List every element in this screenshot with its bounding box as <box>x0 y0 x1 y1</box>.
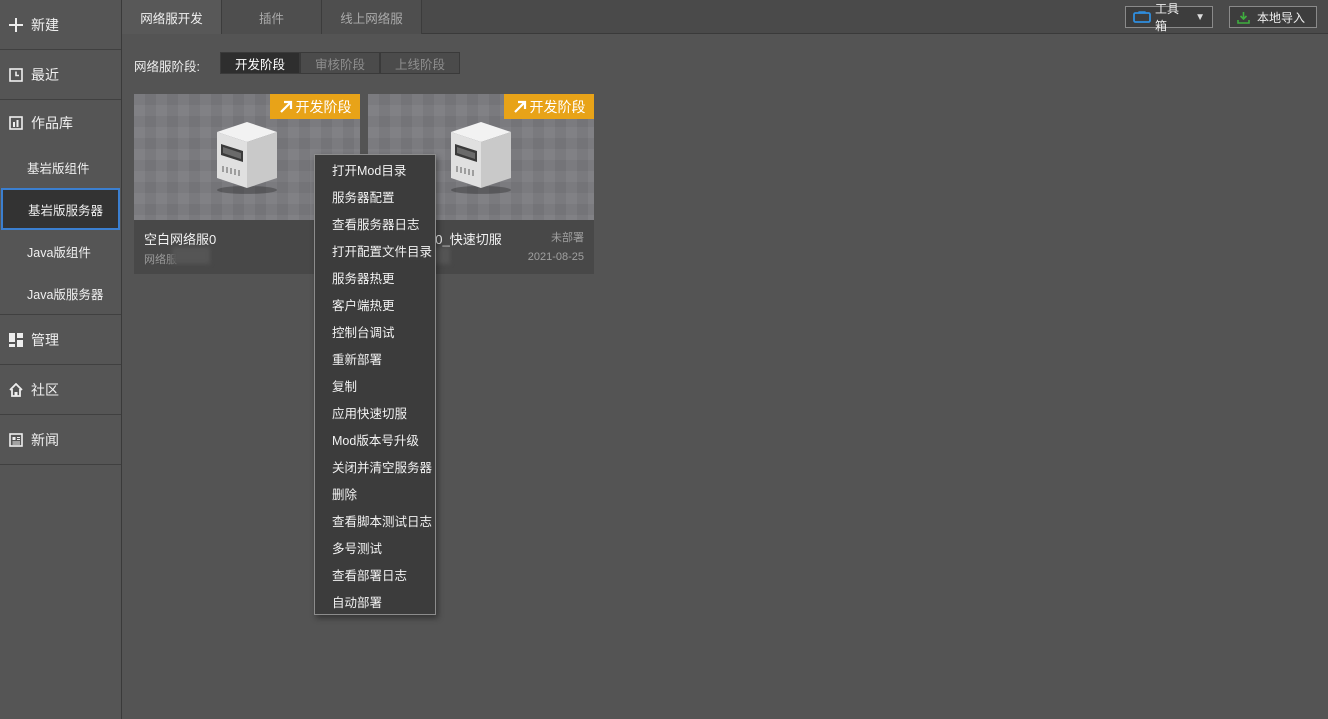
menu-apply-quick-switch[interactable]: 应用快速切服 <box>315 399 435 426</box>
sidebar-item-community[interactable]: 社区 <box>0 365 121 415</box>
sidebar-item-label: 新闻 <box>31 431 59 448</box>
sidebar-item-java-servers[interactable]: Java版服务器 <box>0 272 121 314</box>
toolbox-label: 工具箱 <box>1155 2 1180 33</box>
sidebar-item-bedrock-servers[interactable]: 基岩版服务器 <box>1 188 120 230</box>
sidebar-item-label: 最近 <box>31 66 59 83</box>
stage-badge: 开发阶段 <box>504 94 594 119</box>
top-tab-bar: 网络服开发 插件 线上网络服 工具箱 ▼ 本地导入 <box>122 0 1328 34</box>
dashboard-icon <box>8 332 24 348</box>
sidebar-item-label: 新建 <box>31 16 59 33</box>
sidebar-item-new[interactable]: 新建 <box>0 0 121 50</box>
sidebar-item-bedrock-components[interactable]: 基岩版组件 <box>0 146 121 188</box>
redacted-text <box>172 247 210 264</box>
tab-online-network-server[interactable]: 线上网络服 <box>322 0 422 34</box>
newspaper-icon <box>8 432 24 448</box>
menu-multi-account-test[interactable]: 多号测试 <box>315 534 435 561</box>
sidebar-item-recent[interactable]: 最近 <box>0 50 121 100</box>
sidebar-item-manage[interactable]: 管理 <box>0 315 121 365</box>
download-icon <box>1237 11 1250 24</box>
menu-open-config-dir[interactable]: 打开配置文件目录 <box>315 237 435 264</box>
arrow-up-right-icon <box>513 100 526 113</box>
menu-open-mod-dir[interactable]: 打开Mod目录 <box>315 156 435 183</box>
server-icon <box>451 122 511 194</box>
stage-dev-button[interactable]: 开发阶段 <box>220 52 300 74</box>
menu-redeploy[interactable]: 重新部署 <box>315 345 435 372</box>
local-import-label: 本地导入 <box>1257 10 1306 25</box>
dropdown-arrow-icon: ▼ <box>1195 11 1205 23</box>
arrow-up-right-icon <box>279 100 292 113</box>
server-name: 空白网络服0 <box>144 232 217 247</box>
menu-mod-version-upgrade[interactable]: Mod版本号升级 <box>315 426 435 453</box>
sidebar-item-works[interactable]: 作品库 <box>0 100 121 146</box>
menu-client-hot-update[interactable]: 客户端热更 <box>315 291 435 318</box>
home-icon <box>8 382 24 398</box>
stage-badge: 开发阶段 <box>270 94 360 119</box>
menu-copy[interactable]: 复制 <box>315 372 435 399</box>
sidebar-item-news[interactable]: 新闻 <box>0 415 121 465</box>
toolbox-icon <box>1133 11 1151 23</box>
sidebar: 新建 最近 作品库 基岩版组件 基岩版服务器 Java版组件 Java版服务器 … <box>0 0 122 719</box>
sidebar-item-java-components[interactable]: Java版组件 <box>0 230 121 272</box>
local-import-button[interactable]: 本地导入 <box>1229 6 1317 28</box>
context-menu: 打开Mod目录 服务器配置 查看服务器日志 打开配置文件目录 服务器热更 客户端… <box>314 154 436 615</box>
sidebar-item-label: 作品库 <box>31 115 73 131</box>
library-icon <box>8 115 24 131</box>
menu-auto-deploy[interactable]: 自动部署 <box>315 588 435 615</box>
menu-view-deploy-log[interactable]: 查看部署日志 <box>315 561 435 588</box>
clock-icon <box>8 67 24 83</box>
server-icon <box>217 122 277 194</box>
menu-console-debug[interactable]: 控制台调试 <box>315 318 435 345</box>
menu-server-hot-update[interactable]: 服务器热更 <box>315 264 435 291</box>
sidebar-group-works: 作品库 基岩版组件 基岩版服务器 Java版组件 Java版服务器 <box>0 100 121 315</box>
tab-plugins[interactable]: 插件 <box>222 0 322 34</box>
stage-online-button[interactable]: 上线阶段 <box>380 52 460 74</box>
server-name: 20_快速切服 <box>428 232 502 247</box>
menu-view-script-test-log[interactable]: 查看脚本测试日志 <box>315 507 435 534</box>
sidebar-item-label: 社区 <box>31 381 59 398</box>
menu-close-clear-server[interactable]: 关闭并清空服务器 <box>315 453 435 480</box>
menu-server-config[interactable]: 服务器配置 <box>315 183 435 210</box>
deploy-status: 未部署 <box>551 232 584 244</box>
stage-review-button[interactable]: 审核阶段 <box>300 52 380 74</box>
tab-network-server-dev[interactable]: 网络服开发 <box>122 0 222 34</box>
stage-label: 网络服阶段: <box>134 60 200 74</box>
plus-icon <box>8 17 24 33</box>
sidebar-item-label: 管理 <box>31 331 59 348</box>
menu-delete[interactable]: 删除 <box>315 480 435 507</box>
stage-badge-label: 开发阶段 <box>529 98 586 115</box>
toolbox-button[interactable]: 工具箱 ▼ <box>1125 2 1213 33</box>
menu-view-server-log[interactable]: 查看服务器日志 <box>315 210 435 237</box>
stage-badge-label: 开发阶段 <box>295 98 352 115</box>
server-date: 2021-08-25 <box>527 251 584 263</box>
